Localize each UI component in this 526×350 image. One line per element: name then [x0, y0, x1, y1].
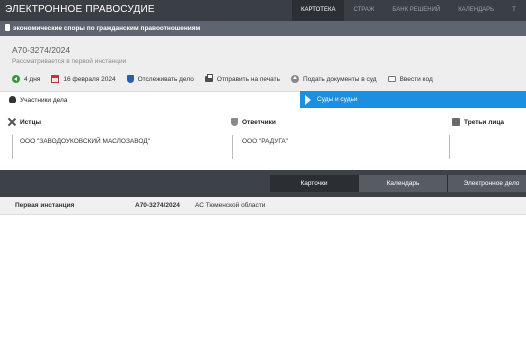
defendants-header-label: Ответчики	[242, 118, 276, 126]
case-subnav-bar: Карточки Календарь Электронное дело	[0, 170, 526, 197]
defendants-column: Ответчики ООО "РАДУГА"	[228, 108, 448, 170]
print-button[interactable]: Отправить на печать	[204, 74, 281, 83]
top-header: ЭЛЕКТРОННОЕ ПРАВОСУДИЕ КАРТОТЕКА СТРАЖ Б…	[0, 0, 526, 21]
plaintiffs-column: Истцы ООО "ЗАВОДОУКОВСКИЙ МАСЛОЗАВОД"	[0, 108, 228, 170]
enter-code-label: Ввести код	[399, 75, 433, 83]
subnav-calendar[interactable]: Календарь	[359, 175, 448, 192]
case-subnav: Карточки Календарь Электронное дело	[270, 175, 526, 192]
building-icon	[452, 118, 460, 126]
defendant-name[interactable]: ООО "РАДУГА"	[242, 138, 288, 145]
instance-case-number: А70-3274/2024	[135, 202, 180, 209]
tab-participants-label: Участники дела	[20, 97, 68, 104]
print-label: Отправить на печать	[216, 75, 281, 83]
plaintiff-name[interactable]: ООО "ЗАВОДОУКОВСКИЙ МАСЛОЗАВОД"	[20, 138, 150, 145]
category-banner: экономические споры по гражданским право…	[0, 21, 526, 36]
subnav-cards[interactable]: Карточки	[270, 175, 359, 192]
track-case-button[interactable]: Отслеживать дело	[126, 75, 194, 83]
case-tabs: Участники дела Суды и судьи	[0, 91, 526, 108]
instance-row[interactable]: Первая инстанция А70-3274/2024 АС Тюменс…	[0, 197, 526, 215]
tab-courts-judges[interactable]: Суды и судьи	[300, 91, 526, 108]
keyboard-icon	[387, 76, 396, 82]
instance-label: Первая инстанция	[15, 202, 75, 209]
case-number: А70-3274/2024	[12, 45, 71, 55]
submit-documents-label: Подать документы в суд	[303, 75, 377, 83]
document-icon	[5, 24, 10, 31]
site-brand[interactable]: ЭЛЕКТРОННОЕ ПРАВОСУДИЕ	[5, 4, 155, 15]
nav-bank-resheniy[interactable]: БАНК РЕШЕНИЙ	[383, 0, 449, 21]
instance-court: АС Тюменской области	[195, 202, 266, 209]
column-divider	[232, 135, 233, 159]
third-parties-header: Третьи лица	[452, 118, 504, 126]
days-label: 4 дня	[24, 75, 41, 83]
nav-truncated[interactable]: Т	[503, 0, 525, 21]
crossed-swords-icon	[8, 118, 16, 126]
column-divider	[449, 135, 450, 159]
tab-courts-label: Суды и судьи	[317, 96, 358, 103]
person-icon	[9, 96, 16, 103]
back-arrow-icon	[12, 75, 20, 83]
shield-icon	[126, 75, 134, 83]
printer-icon	[204, 74, 213, 82]
category-text: экономические споры по гражданским право…	[13, 25, 201, 32]
nav-strazh[interactable]: СТРАЖ	[344, 0, 383, 21]
third-parties-column: Третьи лица	[448, 108, 526, 170]
subnav-electronic-case[interactable]: Электронное дело	[448, 175, 526, 192]
top-nav: КАРТОТЕКА СТРАЖ БАНК РЕШЕНИЙ КАЛЕНДАРЬ Т	[292, 0, 525, 21]
track-case-label: Отслеживать дело	[137, 75, 194, 83]
plaintiffs-header-label: Истцы	[20, 118, 42, 126]
third-parties-header-label: Третьи лица	[464, 118, 505, 126]
case-actions: 4 дня 16 февраля 2024 Отслеживать дело О…	[12, 73, 444, 85]
calendar-icon	[51, 75, 60, 83]
participants-panel: Истцы ООО "ЗАВОДОУКОВСКИЙ МАСЛОЗАВОД" От…	[0, 108, 526, 170]
hearing-date-label: 16 февраля 2024	[63, 75, 116, 83]
case-card-page: ЭЛЕКТРОННОЕ ПРАВОСУДИЕ КАРТОТЕКА СТРАЖ Б…	[0, 0, 526, 350]
case-status: Рассматривается в первой инстанции	[12, 58, 127, 65]
column-divider	[12, 135, 13, 159]
nav-calendar[interactable]: КАЛЕНДАРЬ	[449, 0, 503, 21]
tab-participants[interactable]: Участники дела	[0, 91, 300, 108]
submit-documents-button[interactable]: Подать документы в суд	[291, 75, 377, 83]
plaintiffs-header: Истцы	[8, 118, 41, 126]
defendants-header: Ответчики	[231, 118, 276, 126]
shield-icon	[231, 118, 238, 126]
nav-kartoteka[interactable]: КАРТОТЕКА	[292, 0, 345, 21]
enter-code-button[interactable]: Ввести код	[387, 75, 433, 83]
hearing-date[interactable]: 16 февраля 2024	[51, 75, 116, 83]
days-indicator: 4 дня	[12, 75, 40, 83]
case-info: А70-3274/2024 Рассматривается в первой и…	[0, 36, 526, 91]
upload-icon	[291, 75, 300, 83]
